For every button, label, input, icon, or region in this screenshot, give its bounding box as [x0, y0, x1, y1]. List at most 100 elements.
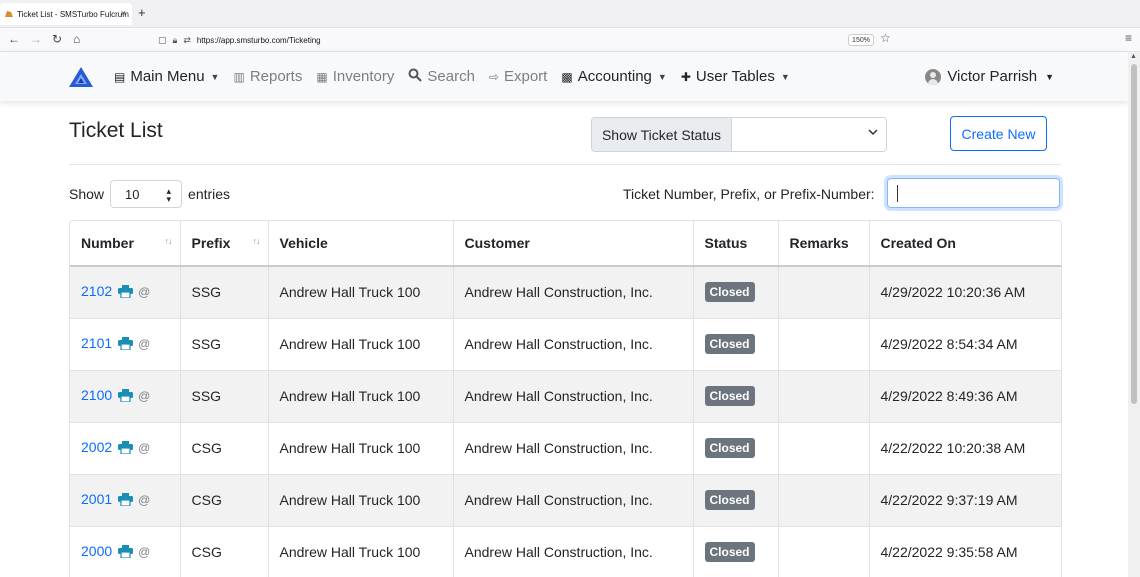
nav-inventory-label: Inventory: [332, 68, 395, 85]
divider: [69, 164, 1061, 165]
show-label: Show: [69, 186, 105, 202]
page-scrollbar[interactable]: ▲: [1128, 52, 1140, 577]
chevron-down-icon: [868, 128, 878, 139]
column-header-number[interactable]: Number ↑↓: [70, 221, 181, 267]
ticket-status-filter: Show Ticket Status: [591, 117, 887, 152]
created-on-cell: 4/29/2022 8:54:34 AM: [869, 318, 1061, 371]
ticket-number-link[interactable]: 2100: [81, 387, 112, 403]
remarks-cell: [778, 266, 870, 319]
ticket-number-link[interactable]: 2002: [81, 439, 112, 455]
reload-icon[interactable]: ↻: [52, 32, 62, 46]
lock-icon: 🔒︎: [172, 34, 178, 45]
ticket-number-link[interactable]: 2001: [81, 491, 112, 507]
scroll-up-icon[interactable]: ▲: [1130, 53, 1137, 60]
user-menu[interactable]: Victor Parrish ▼: [925, 52, 1054, 101]
remarks-cell: [778, 422, 870, 475]
chevron-down-icon: ▼: [780, 71, 790, 82]
new-tab-icon[interactable]: +: [138, 5, 146, 20]
ticket-number-link[interactable]: 2000: [81, 543, 112, 559]
url-bar[interactable]: ▢ 🔒︎ ⇄ https://app.smsturbo.com/Ticketin…: [158, 31, 910, 49]
prefix-cell: CSG: [180, 474, 269, 527]
printer-icon[interactable]: [118, 441, 134, 457]
table-header-row: Number ↑↓ Prefix ↑↓ Vehicle Customer Statu…: [70, 221, 1061, 267]
created-on-cell: 4/22/2022 9:35:58 AM: [869, 526, 1061, 577]
list-icon: ▤: [114, 69, 126, 84]
status-badge: Closed: [704, 386, 755, 406]
printer-icon[interactable]: [118, 285, 134, 301]
shield-icon: ▢: [158, 34, 167, 45]
ticket-search-input[interactable]: [887, 178, 1060, 208]
customer-cell: Andrew Hall Construction, Inc.: [453, 370, 694, 423]
scrollbar-thumb[interactable]: [1131, 64, 1137, 404]
email-icon[interactable]: @: [138, 389, 150, 403]
remarks-cell: [778, 318, 870, 371]
back-icon[interactable]: ←: [8, 32, 20, 46]
column-header-created-on[interactable]: Created On: [869, 221, 1061, 267]
ticket-number-link[interactable]: 2101: [81, 335, 112, 351]
nav-inventory[interactable]: ▦ Inventory: [316, 68, 394, 85]
column-header-prefix[interactable]: Prefix ↑↓: [180, 221, 269, 267]
export-icon: ⇨: [488, 69, 499, 84]
status-badge: Closed: [704, 282, 755, 303]
bookmark-star-icon[interactable]: ☆: [880, 31, 891, 45]
browser-tab-title: Ticket List - SMSTurbo Fulcrum: [17, 9, 129, 19]
browser-toolbar: ← → ↻ ⌂ ▢ 🔒︎ ⇄ https://app.smsturbo.com/…: [0, 28, 1140, 52]
nav-search[interactable]: Search: [408, 68, 475, 85]
created-on-cell: 4/22/2022 9:37:19 AM: [869, 474, 1061, 527]
ticket-number-link[interactable]: 2102: [81, 283, 112, 299]
column-header-status[interactable]: Status: [693, 221, 779, 267]
nav-export[interactable]: ⇨ Export: [489, 68, 547, 85]
created-on-cell: 4/29/2022 8:49:36 AM: [869, 370, 1061, 423]
chevron-down-icon: ▼: [1045, 71, 1054, 82]
nav-reports[interactable]: ▥ Reports: [233, 68, 302, 85]
chevron-down-icon: ▼: [210, 71, 220, 82]
vehicle-cell: Andrew Hall Truck 100: [268, 474, 454, 527]
nav-reports-label: Reports: [249, 68, 303, 85]
forward-icon[interactable]: →: [30, 32, 42, 46]
home-icon[interactable]: ⌂: [73, 32, 80, 46]
email-icon[interactable]: @: [138, 337, 150, 351]
nav-accounting[interactable]: ▩ Accounting ▼: [561, 68, 666, 85]
status-badge: Closed: [704, 490, 755, 510]
nav-user-tables[interactable]: ✚ User Tables ▼: [681, 68, 790, 85]
table-row: 2001 @ CSG Andrew Hall Truck 100 Andrew H…: [70, 474, 1061, 527]
printer-icon[interactable]: [118, 545, 134, 561]
ticket-status-select[interactable]: [732, 118, 886, 151]
app-logo-icon[interactable]: [68, 66, 94, 88]
zoom-level[interactable]: 150%: [848, 34, 874, 46]
chevron-down-icon: ▼: [657, 71, 667, 82]
printer-icon[interactable]: [118, 493, 134, 509]
browser-tab[interactable]: Ticket List - SMSTurbo Fulcrum ×: [0, 3, 132, 25]
prefix-cell: CSG: [180, 422, 269, 475]
status-badge: Closed: [704, 438, 755, 458]
remarks-cell: [778, 370, 870, 423]
menu-hamburger-icon[interactable]: ≡: [1125, 31, 1132, 45]
customer-cell: Andrew Hall Construction, Inc.: [453, 266, 694, 319]
column-header-customer[interactable]: Customer: [453, 221, 694, 267]
email-icon[interactable]: @: [138, 545, 150, 559]
column-header-remarks[interactable]: Remarks: [778, 221, 870, 267]
updown-icon: ▴ ▾: [166, 186, 172, 204]
table-row: 2100 @ SSG Andrew Hall Truck 100 Andrew H…: [70, 370, 1061, 423]
avatar-icon: [925, 68, 942, 85]
created-on-cell: 4/22/2022 10:20:38 AM: [869, 422, 1061, 475]
printer-icon[interactable]: [118, 337, 134, 353]
email-icon[interactable]: @: [138, 441, 150, 455]
entries-value: 10: [125, 186, 140, 202]
create-new-button[interactable]: Create New: [950, 116, 1047, 151]
calculator-icon: ▩: [561, 69, 573, 84]
customer-cell: Andrew Hall Construction, Inc.: [453, 422, 694, 475]
column-header-vehicle[interactable]: Vehicle: [268, 221, 454, 267]
nav-main-menu[interactable]: ▤ Main Menu ▼: [114, 68, 219, 85]
tab-close-icon[interactable]: ×: [121, 8, 126, 18]
page-title: Ticket List: [69, 119, 163, 142]
entries-select[interactable]: 10 ▴ ▾: [110, 180, 183, 208]
text-cursor: [897, 185, 898, 202]
nav-accounting-label: Accounting: [577, 68, 652, 85]
prefix-cell: SSG: [180, 318, 269, 371]
email-icon[interactable]: @: [138, 493, 150, 507]
vehicle-cell: Andrew Hall Truck 100: [268, 370, 454, 423]
printer-icon[interactable]: [118, 389, 134, 405]
email-icon[interactable]: @: [138, 285, 150, 299]
customer-cell: Andrew Hall Construction, Inc.: [453, 526, 694, 577]
